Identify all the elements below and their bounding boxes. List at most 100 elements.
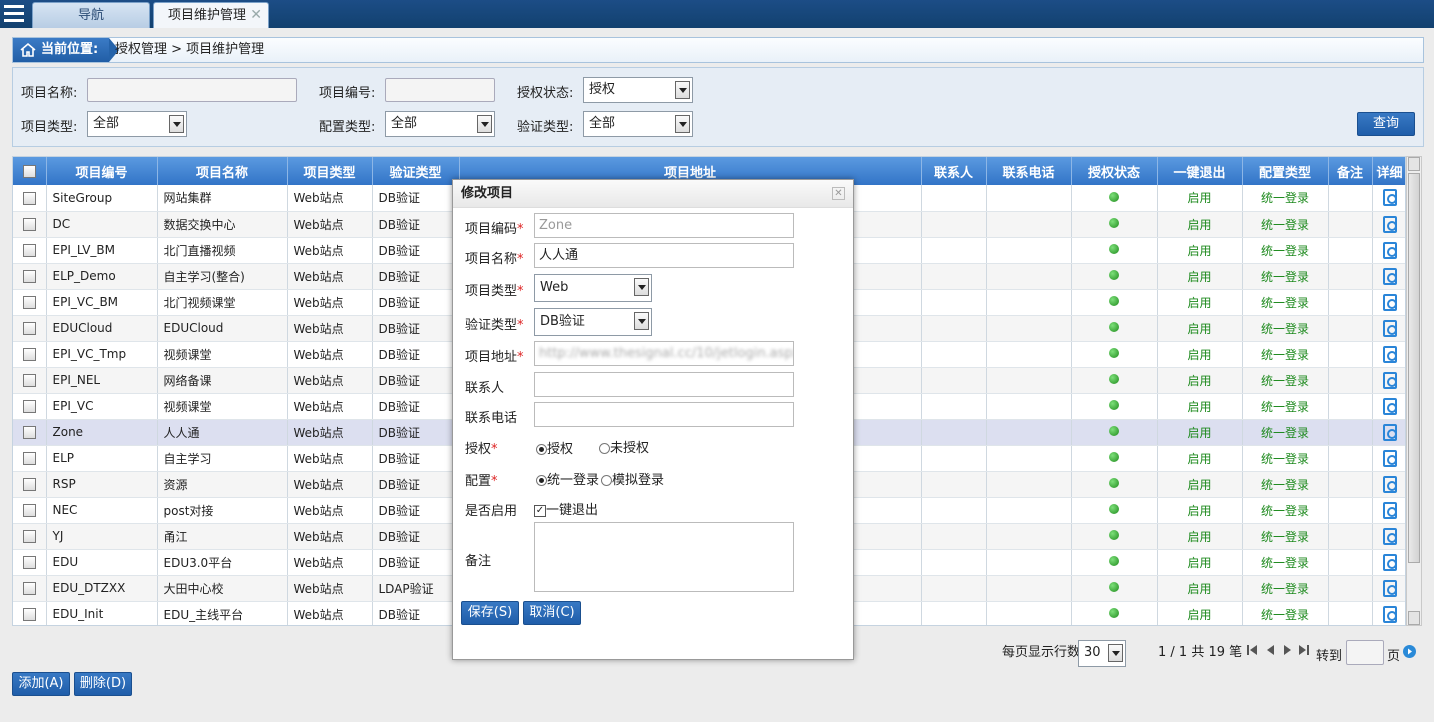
row-checkbox[interactable] <box>22 374 36 387</box>
row-checkbox-cell[interactable] <box>13 237 47 264</box>
detail-icon[interactable] <box>1382 293 1397 311</box>
row-checkbox-cell[interactable] <box>13 263 47 290</box>
table-scrollbar[interactable] <box>1406 156 1422 626</box>
row-checkbox[interactable] <box>22 218 36 231</box>
filter-verify-select[interactable]: 全部 <box>583 111 693 137</box>
close-icon[interactable]: ✕ <box>832 187 845 200</box>
row-checkbox[interactable] <box>22 582 36 595</box>
row-checkbox[interactable] <box>22 478 36 491</box>
detail-icon[interactable] <box>1382 345 1397 363</box>
rows-per-page-select[interactable]: 30 <box>1078 640 1126 667</box>
radio-icon[interactable] <box>536 444 547 455</box>
row-checkbox[interactable] <box>22 270 36 283</box>
row-checkbox[interactable] <box>22 348 36 361</box>
auth-yes-radio[interactable]: 授权 <box>536 438 573 457</box>
cell-detail[interactable] <box>1372 185 1405 212</box>
row-checkbox-cell[interactable] <box>13 445 47 472</box>
filter-type-select[interactable]: 全部 <box>87 111 187 137</box>
delete-button[interactable]: 删除(D) <box>74 672 132 696</box>
chevron-down-icon[interactable] <box>675 81 690 99</box>
column-header[interactable]: 项目类型 <box>287 157 373 185</box>
cell-detail[interactable] <box>1372 315 1405 342</box>
row-checkbox-cell[interactable] <box>13 601 47 625</box>
query-button[interactable]: 查询 <box>1357 112 1415 136</box>
cell-detail[interactable] <box>1372 263 1405 290</box>
cell-detail[interactable] <box>1372 341 1405 368</box>
row-checkbox-cell[interactable] <box>13 419 47 446</box>
cell-detail[interactable] <box>1372 237 1405 264</box>
note-textarea[interactable] <box>534 522 794 592</box>
column-header[interactable]: 项目名称 <box>157 157 288 185</box>
detail-icon[interactable] <box>1382 605 1397 623</box>
row-checkbox[interactable] <box>22 608 36 621</box>
chevron-down-icon[interactable] <box>1108 644 1123 662</box>
cell-detail[interactable] <box>1372 549 1405 576</box>
row-checkbox-cell[interactable] <box>13 575 47 602</box>
radio-icon[interactable] <box>601 475 612 486</box>
go-icon[interactable] <box>1403 645 1416 658</box>
row-checkbox[interactable] <box>22 426 36 439</box>
address-input[interactable]: http://www.thesignal.cc/10/jetlogin.aspx <box>534 341 794 366</box>
detail-icon[interactable] <box>1382 215 1397 233</box>
last-page-icon[interactable] <box>1298 644 1310 656</box>
chevron-down-icon[interactable] <box>169 115 184 133</box>
cell-detail[interactable] <box>1372 289 1405 316</box>
phone-input[interactable] <box>534 402 794 427</box>
row-checkbox[interactable] <box>22 530 36 543</box>
filter-code-input[interactable] <box>385 78 495 102</box>
select-all-checkbox[interactable] <box>22 164 36 178</box>
detail-icon[interactable] <box>1382 501 1397 519</box>
select-all-checkbox-cell[interactable] <box>13 157 47 185</box>
column-header[interactable]: 配置类型 <box>1242 157 1329 185</box>
row-checkbox-cell[interactable] <box>13 315 47 342</box>
radio-icon[interactable] <box>536 475 547 486</box>
detail-icon[interactable] <box>1382 553 1397 571</box>
row-checkbox[interactable] <box>22 322 36 335</box>
cell-detail[interactable] <box>1372 471 1405 498</box>
next-page-icon[interactable] <box>1282 644 1294 656</box>
detail-icon[interactable] <box>1382 371 1397 389</box>
row-checkbox-cell[interactable] <box>13 185 47 212</box>
code-input[interactable]: Zone <box>534 213 794 238</box>
detail-icon[interactable] <box>1382 527 1397 545</box>
cell-detail[interactable] <box>1372 211 1405 238</box>
chevron-down-icon[interactable] <box>634 312 649 330</box>
column-header[interactable]: 详细 <box>1372 157 1405 185</box>
row-checkbox-cell[interactable] <box>13 497 47 524</box>
chevron-down-icon[interactable] <box>675 115 690 133</box>
detail-icon[interactable] <box>1382 579 1397 597</box>
detail-icon[interactable] <box>1382 475 1397 493</box>
row-checkbox[interactable] <box>22 400 36 413</box>
row-checkbox-cell[interactable] <box>13 211 47 238</box>
first-page-icon[interactable] <box>1246 644 1258 656</box>
scroll-up-icon[interactable] <box>1408 157 1420 171</box>
config-simulated-radio[interactable]: 模拟登录 <box>601 469 664 488</box>
radio-icon[interactable] <box>599 443 610 454</box>
verify-select[interactable]: DB验证 <box>534 308 652 336</box>
column-header[interactable]: 联系电话 <box>986 157 1072 185</box>
cancel-button[interactable]: 取消(C) <box>523 601 581 625</box>
row-checkbox-cell[interactable] <box>13 289 47 316</box>
tab-navigation[interactable]: 导航 <box>32 2 150 28</box>
cell-detail[interactable] <box>1372 393 1405 420</box>
chevron-down-icon[interactable] <box>477 115 492 133</box>
column-header[interactable]: 联系人 <box>921 157 987 185</box>
cell-detail[interactable] <box>1372 367 1405 394</box>
type-select[interactable]: Web <box>534 274 652 302</box>
add-button[interactable]: 添加(A) <box>12 672 70 696</box>
contact-input[interactable] <box>534 372 794 397</box>
chevron-down-icon[interactable] <box>634 278 649 296</box>
close-icon[interactable]: ✕ <box>250 3 262 28</box>
detail-icon[interactable] <box>1382 267 1397 285</box>
one-click-exit-checkbox[interactable]: ✓ 一键退出 <box>534 499 598 518</box>
detail-icon[interactable] <box>1382 397 1397 415</box>
filter-name-input[interactable] <box>87 78 297 102</box>
row-checkbox-cell[interactable] <box>13 367 47 394</box>
column-header[interactable]: 一键退出 <box>1157 157 1243 185</box>
row-checkbox[interactable] <box>22 296 36 309</box>
row-checkbox-cell[interactable] <box>13 471 47 498</box>
tab-project-maintenance[interactable]: 项目维护管理 ✕ <box>153 2 269 28</box>
column-header[interactable]: 验证类型 <box>372 157 460 185</box>
config-unified-radio[interactable]: 统一登录 <box>536 469 599 488</box>
scroll-down-icon[interactable] <box>1408 611 1420 625</box>
